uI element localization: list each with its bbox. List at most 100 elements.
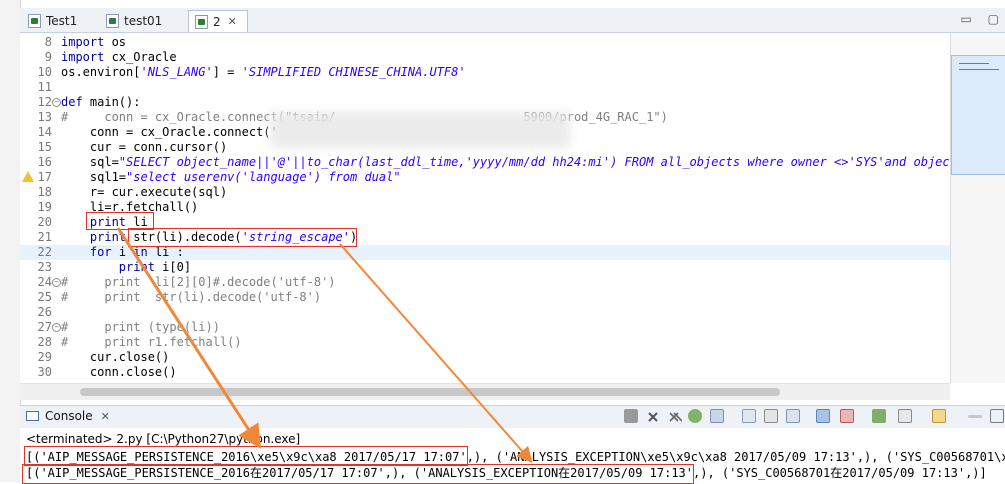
overview-mark: [959, 63, 989, 64]
scroll-lock-icon[interactable]: [742, 409, 756, 423]
line-number: 15: [37, 140, 52, 154]
horizontal-scrollbar[interactable]: [20, 383, 950, 400]
show-stderr-icon[interactable]: [840, 409, 854, 423]
close-console-icon[interactable]: ✕: [101, 410, 110, 423]
remove-launch-icon[interactable]: [646, 409, 660, 423]
code-text: # print r1.fetchall(): [61, 335, 242, 349]
left-panel-edge: [0, 0, 21, 482]
terminated-status: <terminated> 2.py [C:\Python27\python.ex…: [26, 432, 301, 446]
code-line[interactable]: 26: [20, 305, 950, 320]
pin-console-icon[interactable]: [710, 409, 724, 423]
code-line[interactable]: 19 li=r.fetchall(): [20, 200, 950, 215]
show-stdout-icon[interactable]: [816, 409, 830, 423]
remove-all-icon[interactable]: [668, 409, 683, 423]
visible-region[interactable]: [951, 55, 1005, 175]
code-line[interactable]: 18 r= cur.execute(sql): [20, 185, 950, 200]
display-console-icon[interactable]: [898, 409, 912, 423]
minimize-view-icon[interactable]: [968, 415, 982, 418]
scrollbar-thumb[interactable]: [80, 388, 780, 396]
tab-test01[interactable]: test01: [100, 10, 188, 31]
code-text: conn = cx_Oracle.connect(': [61, 125, 278, 139]
code-line[interactable]: 12− def main():: [20, 95, 950, 110]
new-console-icon[interactable]: [932, 409, 946, 423]
tab-console[interactable]: Console ✕: [26, 409, 110, 423]
code-line[interactable]: 23 print i[0]: [20, 260, 950, 275]
line-number: 26: [37, 305, 52, 319]
code-text: import cx_Oracle: [61, 50, 177, 64]
overview-mark: [959, 69, 999, 70]
word-wrap-icon[interactable]: [764, 409, 778, 423]
tab-label: Test1: [46, 13, 78, 28]
code-text: cur.close(): [61, 350, 170, 364]
overview-ruler[interactable]: [950, 33, 1005, 383]
line-number: 18: [37, 185, 52, 199]
code-line[interactable]: 30 conn.close(): [20, 365, 950, 380]
line-number: 9: [44, 50, 52, 64]
code-editor[interactable]: 8 import os 9 import cx_Oracle 10 os.environ[…: [20, 33, 950, 383]
code-text: # print li[2][0]#.decode('utf-8'): [61, 275, 336, 289]
line-number: 25: [37, 290, 52, 304]
window-controls: ▭ ▢: [948, 12, 999, 26]
code-line[interactable]: 27− # print (type(li)): [20, 320, 950, 335]
code-line[interactable]: 10 os.environ['NLS_LANG'] = 'SIMPLIFIED C…: [20, 65, 950, 80]
code-line[interactable]: 22 for i in li :: [20, 245, 950, 260]
maximize-view-icon[interactable]: [990, 409, 1004, 423]
line-number: 19: [37, 200, 52, 214]
annotation-box-output1: [24, 446, 468, 466]
maximize-icon[interactable]: ▢: [988, 12, 999, 26]
python-file-icon: [28, 13, 41, 28]
code-line[interactable]: 16 sql="SELECT object_name||'@'||to_char…: [20, 155, 950, 170]
open-console-icon[interactable]: [872, 409, 886, 423]
tab-label: test01: [124, 13, 163, 28]
python-file-icon: [195, 14, 208, 29]
code-text: def main():: [61, 95, 141, 109]
code-text: # print (type(li)): [61, 320, 220, 334]
line-number: 24: [37, 275, 52, 289]
code-text: import os: [61, 35, 127, 49]
line-number: 30: [37, 365, 52, 379]
code-text: # print str(li).decode('utf-8'): [61, 290, 322, 304]
code-text: print i[0]: [118, 260, 192, 274]
code-line[interactable]: 24− # print li[2][0]#.decode('utf-8'): [20, 275, 950, 290]
code-line[interactable]: 8 import os: [20, 35, 950, 50]
console-tab-label: Console: [45, 409, 93, 423]
tab-2[interactable]: 2 ✕: [188, 10, 248, 32]
fold-toggle-icon[interactable]: −: [52, 278, 61, 287]
line-number: 29: [37, 350, 52, 364]
line-number: 8: [44, 35, 52, 49]
minimize-icon[interactable]: ▭: [960, 12, 971, 26]
code-line[interactable]: 25 # print str(li).decode('utf-8'): [20, 290, 950, 305]
console-toolbar: Console ✕: [20, 405, 1005, 429]
line-number: 28: [37, 335, 52, 349]
fold-toggle-icon[interactable]: −: [52, 323, 61, 332]
show-console-icon[interactable]: [786, 409, 800, 423]
relaunch-icon[interactable]: [688, 409, 702, 423]
line-number: 23: [37, 260, 52, 274]
line-number: 13: [37, 110, 52, 124]
fold-toggle-icon[interactable]: −: [52, 98, 61, 107]
editor-tab-bar: Test1 test01 2 ✕ ▭ ▢: [20, 8, 1005, 33]
line-number: 22: [37, 245, 52, 259]
code-line[interactable]: 28 # print r1.fetchall(): [20, 335, 950, 350]
annotation-box-output2: [22, 464, 694, 484]
tab-test1[interactable]: Test1: [22, 10, 98, 31]
python-file-icon: [106, 13, 119, 28]
line-number: 21: [37, 230, 52, 244]
close-tab-icon[interactable]: ✕: [228, 15, 237, 28]
terminate-icon[interactable]: [624, 409, 638, 423]
code-text: cur = conn.cursor(): [61, 140, 228, 154]
code-line[interactable]: 11: [20, 80, 950, 95]
redacted-credentials: [270, 112, 570, 148]
code-text: os.environ['NLS_LANG'] = 'SIMPLIFIED CHI…: [61, 65, 466, 79]
console-icon: [26, 411, 39, 421]
line-number: 27: [37, 320, 52, 334]
code-text: r= cur.execute(sql): [61, 185, 228, 199]
line-number: 14: [37, 125, 52, 139]
code-line[interactable]: 29 cur.close(): [20, 350, 950, 365]
line-number: 10: [37, 65, 52, 79]
line-number: 11: [37, 80, 52, 94]
code-line[interactable]: 9 import cx_Oracle: [20, 50, 950, 65]
line-number: 12: [37, 95, 52, 109]
code-text: for i in li :: [89, 245, 184, 259]
code-line[interactable]: 17 sql1="select userenv('language') from…: [20, 170, 950, 185]
